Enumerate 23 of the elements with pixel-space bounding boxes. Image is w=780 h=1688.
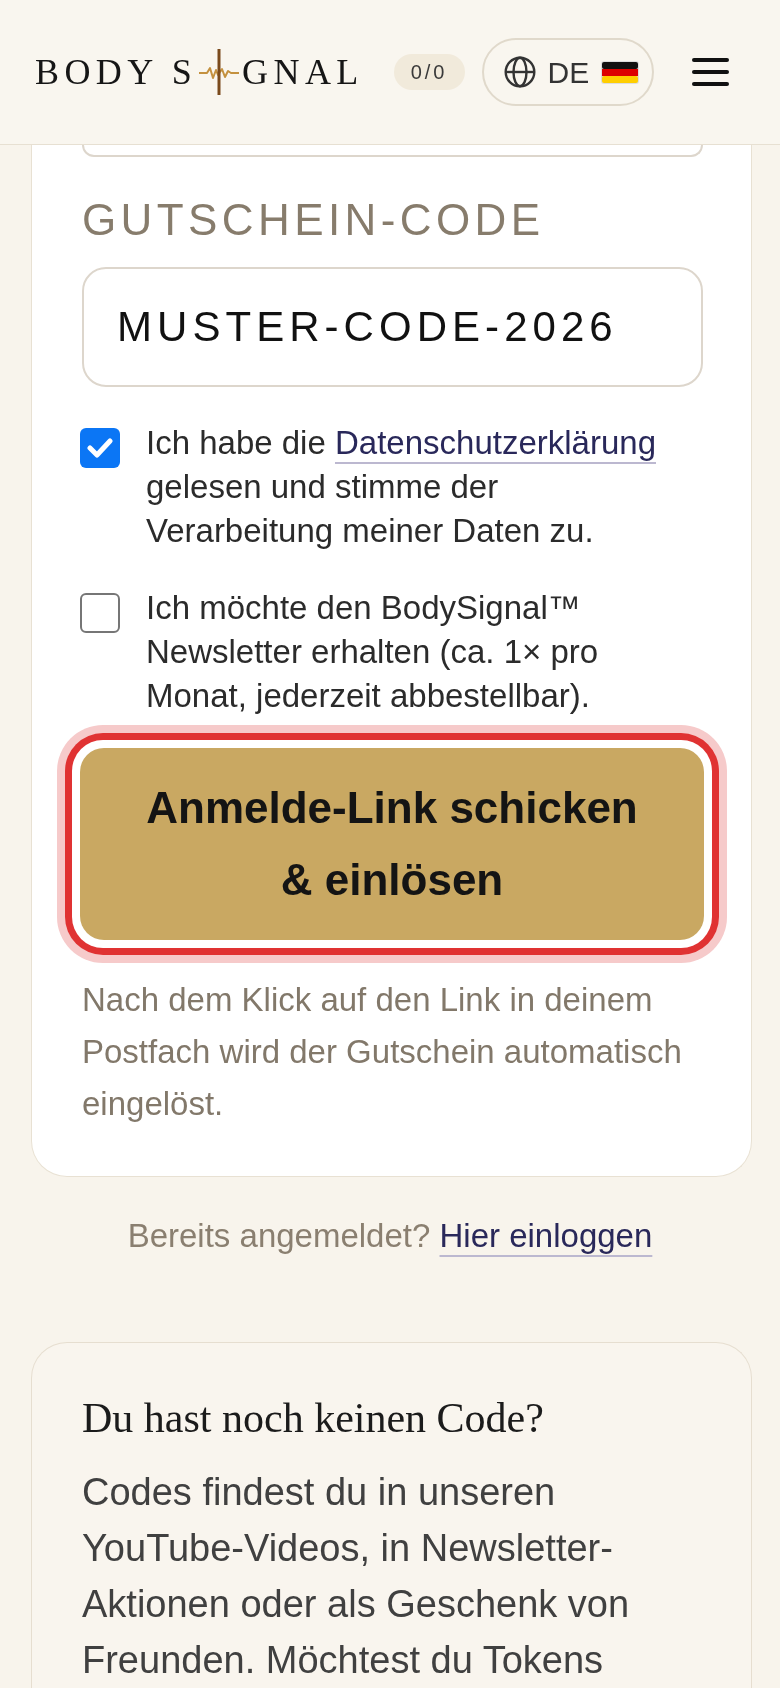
hint-text: Nach dem Klick auf den Link in deinem Postfach wird der Gutschein automatisch eingelöst. bbox=[82, 980, 683, 1124]
checkbox[interactable] bbox=[80, 428, 120, 468]
token-counter: 0/0 bbox=[393, 54, 465, 90]
consent-text: Ich habe die Datenschutzerklärung gelesen und stimme der Verarbeitung meiner Daten zu. bbox=[146, 423, 657, 551]
login-prompt: Bereits angemeldet? Hier einloggen bbox=[127, 1216, 653, 1256]
submit-button[interactable]: Anmelde-Link schicken & einlösen bbox=[57, 725, 727, 963]
consent-text: Ich möchte den BodySignal™ Newsletter erhalten (ca. 1× pro Monat, jederzeit abbestellbar). bbox=[146, 588, 600, 716]
logo-text: BODY S bbox=[35, 54, 198, 90]
logo-text: GNAL bbox=[242, 54, 364, 90]
info-title: Du hast noch keinen Code? bbox=[82, 1394, 545, 1443]
info-text: Codes findest du in unseren YouTube-Videos, in Newsletter-Aktionen oder als Geschenk von Freunden. Möchtest du Tokens bbox=[82, 1470, 631, 1683]
menu-icon[interactable] bbox=[691, 58, 729, 86]
privacy-link[interactable]: Datenschutzerklärung bbox=[335, 424, 656, 461]
checkbox[interactable] bbox=[80, 593, 120, 633]
flag-icon bbox=[601, 60, 640, 84]
login-link[interactable]: Hier einloggen bbox=[439, 1217, 653, 1254]
check-icon bbox=[87, 437, 113, 459]
field-label: GUTSCHEIN-CODE bbox=[82, 198, 546, 242]
language-button[interactable]: DE bbox=[481, 38, 654, 106]
input-field[interactable] bbox=[82, 145, 703, 157]
voucher-code-input[interactable]: MUSTER-CODE-2026 bbox=[82, 267, 703, 387]
heartbeat-icon bbox=[199, 48, 240, 96]
globe-icon bbox=[503, 56, 536, 88]
